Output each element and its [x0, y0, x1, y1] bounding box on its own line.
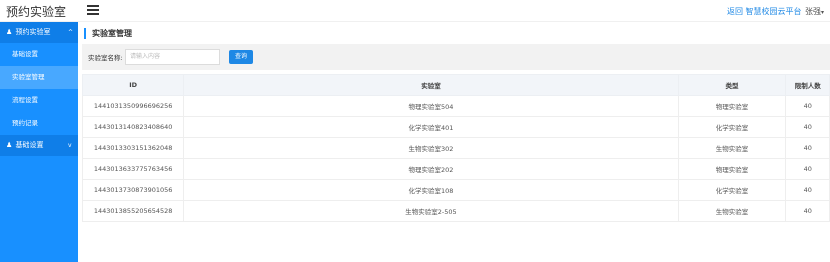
table-row[interactable]: 1443013303151362048 生物实验室302 生物实验室 40 — [81, 137, 830, 159]
cell-lab: 化学实验室401 — [183, 116, 679, 138]
lab-table: ID 实验室 类型 限制人数 1441031350996696256 物理实验室… — [81, 74, 830, 222]
cell-id: 1443013730873901056 — [81, 179, 185, 201]
cell-limit: 40 — [785, 95, 830, 117]
table-header-row: ID 实验室 类型 限制人数 — [81, 74, 830, 96]
cell-limit: 40 — [785, 137, 830, 159]
table-row[interactable]: 1443013855205654528 生物实验室2-505 生物实验室 40 — [81, 200, 830, 222]
cell-id: 1443013303151362048 — [81, 137, 185, 159]
search-button[interactable]: 查询 — [229, 50, 253, 64]
sidebar-group-basic-settings[interactable]: ♟ 基础设置 v — [0, 135, 78, 156]
sidebar-group-label: 基础设置 — [15, 141, 44, 149]
cell-type: 物理实验室 — [677, 158, 787, 180]
cell-type: 化学实验室 — [677, 116, 787, 138]
top-bar: 预约实验室 返回 智慧校园云平台 张强▾ — [0, 0, 830, 22]
table-row[interactable]: 1443013140823408640 化学实验室401 化学实验室 40 — [81, 116, 830, 138]
cell-type: 生物实验室 — [677, 137, 787, 159]
cell-lab: 化学实验室108 — [183, 179, 679, 201]
cell-limit: 40 — [785, 179, 830, 201]
sidebar-group-reserve-lab[interactable]: ♟ 预约实验室 ^ — [0, 22, 78, 43]
cell-type: 物理实验室 — [677, 95, 787, 117]
user-name: 张强 — [805, 7, 821, 16]
cell-limit: 40 — [785, 200, 830, 222]
cell-lab: 物理实验室202 — [183, 158, 679, 180]
main-content: 实验室管理 实验室名称: 请输入内容 查询 ID 实验室 类型 限制人数 144… — [78, 22, 830, 262]
table-row[interactable]: 1443013633775763456 物理实验室202 物理实验室 40 — [81, 158, 830, 180]
cell-lab: 生物实验室2-505 — [183, 200, 679, 222]
back-to-platform-link[interactable]: 返回 智慧校园云平台 — [727, 6, 802, 17]
sidebar-item-reservation-records[interactable]: 预约记录 — [0, 112, 78, 135]
lab-name-search-input[interactable]: 请输入内容 — [125, 49, 220, 65]
table-row[interactable]: 1443013730873901056 化学实验室108 化学实验室 40 — [81, 179, 830, 201]
chevron-up-icon: ^ — [68, 29, 74, 36]
column-header-id: ID — [81, 74, 185, 96]
cell-limit: 40 — [785, 158, 830, 180]
cell-type: 化学实验室 — [677, 179, 787, 201]
sidebar-item-process-settings[interactable]: 流程设置 — [0, 89, 78, 112]
cell-id: 1443013633775763456 — [81, 158, 185, 180]
cell-id: 1441031350996696256 — [81, 95, 185, 117]
sidebar-group-label: 预约实验室 — [15, 28, 51, 36]
cell-id: 1443013855205654528 — [81, 200, 185, 222]
menu-toggle-icon[interactable] — [87, 5, 99, 15]
search-bar: 实验室名称: 请输入内容 查询 — [82, 44, 830, 70]
table-row[interactable]: 1441031350996696256 物理实验室504 物理实验室 40 — [81, 95, 830, 117]
column-header-limit: 限制人数 — [785, 74, 830, 96]
user-menu[interactable]: 张强▾ — [805, 6, 824, 17]
chevron-down-icon: v — [68, 142, 72, 149]
app-title: 预约实验室 — [6, 5, 67, 19]
column-header-lab: 实验室 — [183, 74, 679, 96]
caret-down-icon: ▾ — [821, 9, 825, 16]
cell-lab: 物理实验室504 — [183, 95, 679, 117]
column-header-type: 类型 — [677, 74, 787, 96]
user-icon: ♟ — [6, 28, 13, 36]
cell-lab: 生物实验室302 — [183, 137, 679, 159]
page-title: 实验室管理 — [84, 28, 132, 39]
cell-limit: 40 — [785, 116, 830, 138]
sidebar-item-lab-management[interactable]: 实验室管理 — [0, 66, 78, 89]
cell-type: 生物实验室 — [677, 200, 787, 222]
user-icon: ♟ — [6, 141, 13, 149]
sidebar: ♟ 预约实验室 ^ 基础设置 实验室管理 流程设置 预约记录 ♟ 基础设置 v — [0, 22, 78, 262]
search-label: 实验室名称: — [88, 54, 123, 62]
cell-id: 1443013140823408640 — [81, 116, 185, 138]
sidebar-item-basic-settings[interactable]: 基础设置 — [0, 43, 78, 66]
